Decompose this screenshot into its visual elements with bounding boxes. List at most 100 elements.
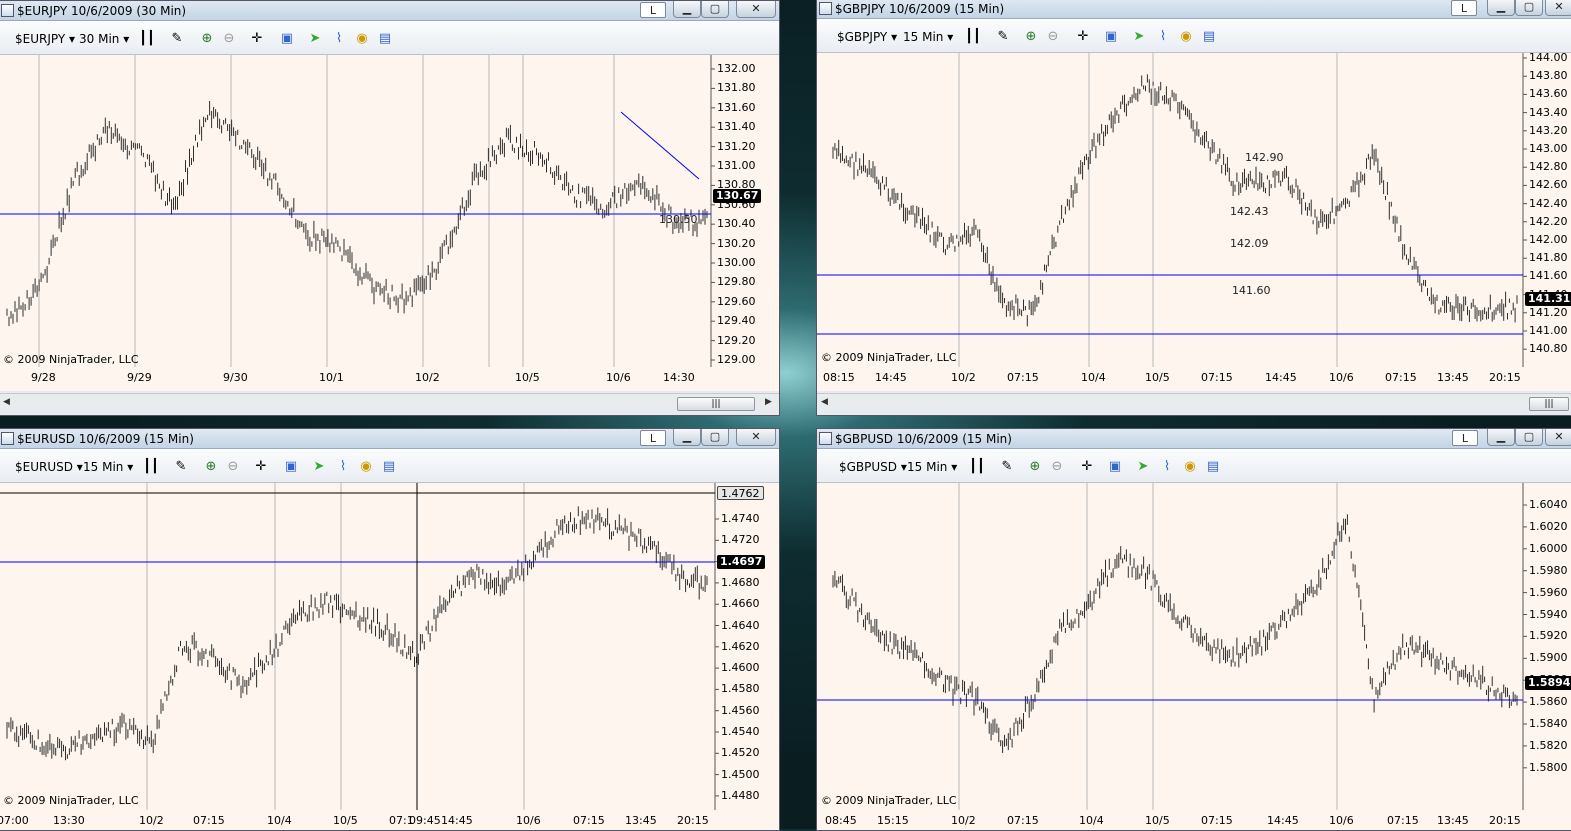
- scroll-left-icon[interactable]: ◀: [821, 397, 828, 407]
- drawing-tool-icon[interactable]: ✎: [999, 459, 1015, 475]
- maximize-icon[interactable]: ▢: [1515, 429, 1543, 446]
- zoom-in-icon[interactable]: ⊕: [1027, 459, 1043, 475]
- x-tick-label: 9/30: [223, 371, 248, 384]
- zoom-in-icon[interactable]: ⊕: [1023, 29, 1039, 45]
- close-icon[interactable]: ✕: [736, 1, 776, 18]
- interval-selector[interactable]: 15 Min ▾: [903, 30, 953, 44]
- crosshair-icon[interactable]: ✛: [253, 459, 269, 475]
- scroll-right-icon[interactable]: ▶: [765, 397, 772, 407]
- chart-window-eurjpy[interactable]: $EURJPY 10/6/2009 (30 Min) L ▁ ▢ ✕ $EURJ…: [0, 0, 780, 416]
- drawing-tool-icon[interactable]: ✎: [995, 29, 1011, 45]
- price-annotation: 142.09: [1230, 237, 1269, 250]
- zoom-in-icon[interactable]: ⊕: [203, 459, 219, 475]
- chart-window-eurusd[interactable]: $EURUSD 10/6/2009 (15 Min) L ▁ ▢ ✕ $EURU…: [0, 428, 780, 831]
- properties-icon[interactable]: ▣: [1107, 459, 1123, 475]
- link-button[interactable]: L: [640, 2, 666, 18]
- x-tick-label: 9/28: [31, 371, 56, 384]
- data-box-icon[interactable]: ▤: [377, 31, 393, 47]
- indicators-icon[interactable]: ⌇: [1155, 29, 1171, 45]
- price-panel[interactable]: 132.00 131.80 131.60 131.40 131.20 131.00 130.…: [0, 55, 779, 367]
- strategies-icon[interactable]: ➤: [311, 459, 327, 475]
- link-button[interactable]: L: [1452, 430, 1478, 446]
- properties-icon[interactable]: ▣: [1103, 29, 1119, 45]
- data-box-icon[interactable]: ▤: [381, 459, 397, 475]
- x-tick-label: 10/6: [606, 371, 631, 384]
- bar-style-icon[interactable]: ┃┃: [965, 29, 981, 45]
- y-tick-label: 1.5820: [1529, 738, 1568, 752]
- link-button[interactable]: L: [1451, 0, 1477, 16]
- horizontal-scrollbar[interactable]: ◀ ||| ▶: [0, 393, 779, 413]
- currency-icon[interactable]: ◉: [358, 459, 374, 475]
- bar-style-icon[interactable]: ┃┃: [143, 459, 159, 475]
- maximize-icon[interactable]: ▢: [701, 1, 729, 18]
- x-tick-label: 13:45: [1437, 814, 1469, 827]
- zoom-out-icon[interactable]: ⊖: [1049, 459, 1065, 475]
- price-panel[interactable]: 1.6040 1.6020 1.6000 1.5980 1.5960 1.5940 1.59…: [817, 483, 1571, 810]
- close-icon[interactable]: ✕: [1545, 429, 1571, 446]
- price-panel[interactable]: 144.00 143.80 143.60 143.40 143.20 143.00 142.…: [817, 51, 1571, 367]
- minimize-icon[interactable]: ▁: [1487, 429, 1515, 446]
- zoom-out-icon[interactable]: ⊖: [221, 31, 237, 47]
- interval-selector[interactable]: 15 Min ▾: [907, 460, 957, 474]
- title-bar[interactable]: $GBPJPY 10/6/2009 (15 Min) L ▁ ▢ ✕: [817, 0, 1571, 19]
- zoom-in-icon[interactable]: ⊕: [199, 31, 215, 47]
- zoom-out-icon[interactable]: ⊖: [225, 459, 241, 475]
- interval-selector[interactable]: 15 Min ▾: [83, 460, 133, 474]
- indicators-icon[interactable]: ⌇: [1159, 459, 1175, 475]
- crosshair-icon[interactable]: ✛: [1079, 459, 1095, 475]
- close-icon[interactable]: ✕: [1545, 0, 1571, 16]
- interval-selector[interactable]: 30 Min ▾: [79, 32, 129, 46]
- instrument-selector[interactable]: $EURUSD ▾: [15, 460, 83, 474]
- minimize-icon[interactable]: ▁: [1487, 0, 1515, 16]
- title-bar[interactable]: $GBPUSD 10/6/2009 (15 Min) L ▁ ▢ ✕: [817, 429, 1571, 449]
- link-button[interactable]: L: [640, 430, 666, 446]
- strategies-icon[interactable]: ➤: [1131, 29, 1147, 45]
- scroll-thumb[interactable]: |||: [677, 397, 755, 411]
- data-box-icon[interactable]: ▤: [1205, 459, 1221, 475]
- currency-icon[interactable]: ◉: [354, 31, 370, 47]
- y-tick-label: 1.4560: [721, 703, 760, 717]
- indicators-icon[interactable]: ⌇: [335, 459, 351, 475]
- bar-style-icon[interactable]: ┃┃: [969, 459, 985, 475]
- title-bar[interactable]: $EURUSD 10/6/2009 (15 Min) L ▁ ▢ ✕: [0, 429, 779, 449]
- chart-window-gbpusd[interactable]: $GBPUSD 10/6/2009 (15 Min) L ▁ ▢ ✕ $GBPU…: [816, 428, 1571, 831]
- strategies-icon[interactable]: ➤: [1135, 459, 1151, 475]
- drawing-tool-icon[interactable]: ✎: [169, 31, 185, 47]
- chart-window-gbpjpy[interactable]: $GBPJPY 10/6/2009 (15 Min) L ▁ ▢ ✕ $GBPJ…: [816, 0, 1571, 416]
- price-panel[interactable]: 1.47401.47201.47001.46801.46601.46401.46…: [0, 483, 779, 810]
- scroll-thumb[interactable]: |||: [1529, 397, 1569, 411]
- data-box-icon[interactable]: ▤: [1201, 29, 1217, 45]
- y-tick-label: 131.20: [717, 139, 756, 153]
- y-tick-label: 1.5800: [1529, 760, 1568, 774]
- y-tick-label: 129.20: [717, 333, 756, 347]
- minimize-icon[interactable]: ▁: [673, 429, 701, 446]
- drawing-tool-icon[interactable]: ✎: [173, 459, 189, 475]
- properties-icon[interactable]: ▣: [279, 31, 295, 47]
- zoom-out-icon[interactable]: ⊖: [1045, 29, 1061, 45]
- x-tick-label: 07:15: [1387, 814, 1419, 827]
- y-tick-label: 1.4640: [721, 618, 760, 632]
- strategies-icon[interactable]: ➤: [307, 31, 323, 47]
- horizontal-scrollbar[interactable]: ◀ |||: [817, 393, 1571, 413]
- title-bar[interactable]: $EURJPY 10/6/2009 (30 Min) L ▁ ▢ ✕: [0, 1, 779, 21]
- maximize-icon[interactable]: ▢: [701, 429, 729, 446]
- x-tick-label: 07:00: [0, 814, 29, 827]
- crosshair-icon[interactable]: ✛: [249, 31, 265, 47]
- y-tick-label: 1.4720: [721, 533, 760, 547]
- minimize-icon[interactable]: ▁: [673, 1, 701, 18]
- bar-style-icon[interactable]: ┃┃: [139, 31, 155, 47]
- instrument-selector[interactable]: $GBPJPY ▾: [837, 30, 897, 44]
- scroll-left-icon[interactable]: ◀: [3, 397, 10, 407]
- chart-app-icon: [819, 2, 832, 15]
- currency-icon[interactable]: ◉: [1182, 459, 1198, 475]
- currency-icon[interactable]: ◉: [1178, 29, 1194, 45]
- x-tick-label: 10/4: [1079, 814, 1104, 827]
- instrument-selector[interactable]: $EURJPY ▾: [15, 32, 75, 46]
- crosshair-icon[interactable]: ✛: [1075, 29, 1091, 45]
- maximize-icon[interactable]: ▢: [1515, 0, 1543, 16]
- close-icon[interactable]: ✕: [736, 429, 776, 446]
- price-annotation: 141.60: [1232, 284, 1271, 297]
- instrument-selector[interactable]: $GBPUSD ▾: [839, 460, 907, 474]
- indicators-icon[interactable]: ⌇: [331, 31, 347, 47]
- properties-icon[interactable]: ▣: [283, 459, 299, 475]
